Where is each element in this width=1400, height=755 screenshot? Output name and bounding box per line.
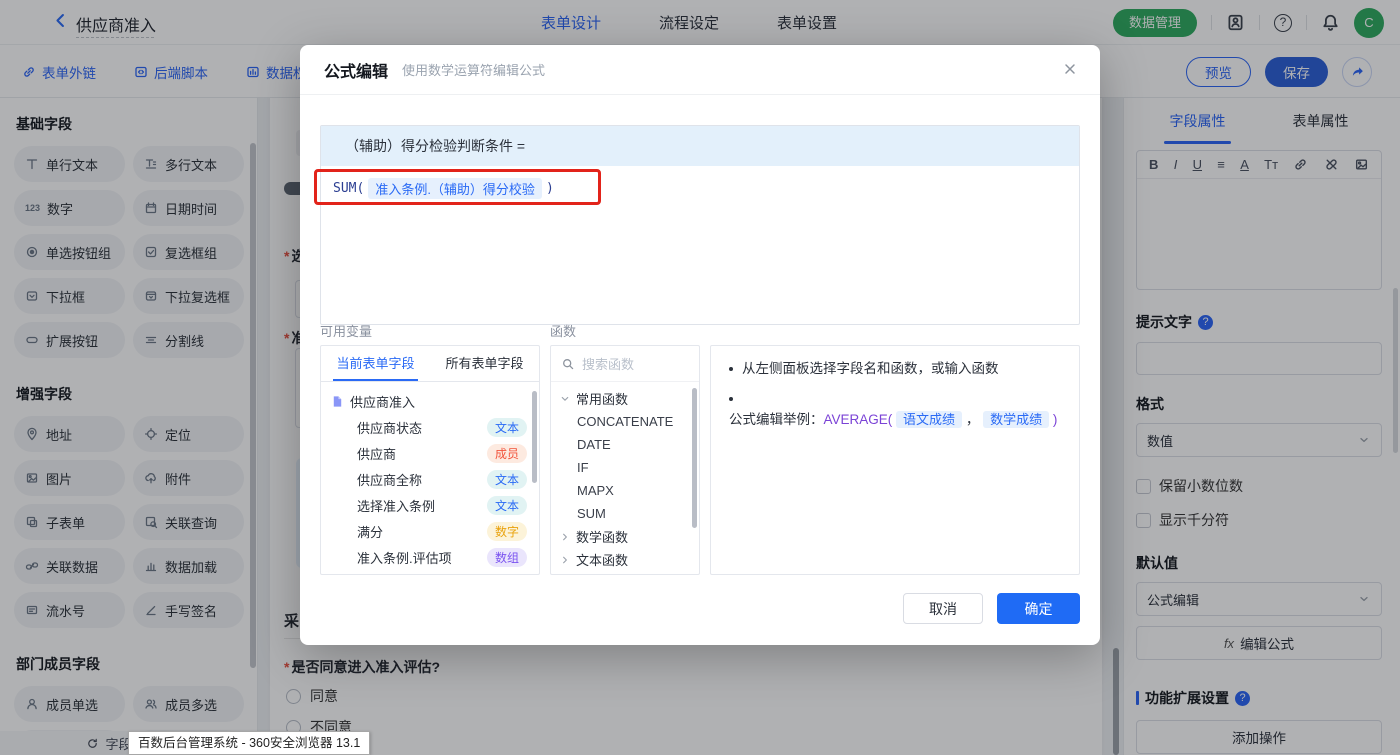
modal-header: 公式编辑 使用数学运算符编辑公式: [300, 45, 1100, 95]
functions-scrollbar[interactable]: [692, 388, 697, 528]
modal-title: 公式编辑: [324, 58, 388, 82]
functions-panel: 搜索函数 常用函数CONCATENATEDATEIFMAPXSUM数学函数文本函…: [550, 345, 700, 575]
function-group-数学函数[interactable]: 数学函数: [551, 525, 699, 548]
variables-scrollbar[interactable]: [532, 391, 537, 483]
function-item-IF[interactable]: IF: [551, 456, 699, 479]
variables-tab-1[interactable]: 当前表单字段: [321, 346, 430, 381]
field-type-badge: 数组: [487, 548, 527, 567]
variable-field-row[interactable]: 供应商状态文本: [321, 414, 539, 440]
function-group-文本函数[interactable]: 文本函数: [551, 548, 699, 571]
modal-footer: 取消 确定: [903, 593, 1080, 624]
field-type-badge: 数字: [487, 522, 527, 541]
variable-field-row[interactable]: 选择准入条例文本: [321, 492, 539, 518]
function-item-DATE[interactable]: DATE: [551, 433, 699, 456]
search-icon: [561, 357, 575, 371]
modal-subtitle: 使用数学运算符编辑公式: [402, 60, 545, 79]
function-item-SUM[interactable]: SUM: [551, 502, 699, 525]
formula-expression[interactable]: SUM( 准入条例.（辅助）得分校验 ): [333, 178, 554, 199]
variables-label: 可用变量: [320, 321, 372, 340]
browser-status-tooltip: 百数后台管理系统 - 360安全浏览器 13.1: [128, 731, 370, 755]
field-type-badge: 文本: [487, 418, 527, 437]
variable-field-row[interactable]: 准入条例.评估项数组: [321, 544, 539, 570]
formula-function-close: ): [546, 181, 554, 196]
variables-panel: 当前表单字段所有表单字段 供应商准入供应商状态文本供应商成员供应商全称文本选择准…: [320, 345, 540, 575]
app-screen: 供应商准入 表单设计流程设定表单设置 数据管理 ? C 表单外链后端脚本数据权限…: [0, 0, 1400, 755]
formula-target-bar: （辅助）得分检验判断条件 =: [321, 126, 1079, 166]
formula-function-open: SUM(: [333, 181, 364, 196]
variables-tab-2[interactable]: 所有表单字段: [430, 346, 539, 381]
field-token-chip[interactable]: 准入条例.（辅助）得分校验: [368, 178, 542, 199]
function-group-常用函数[interactable]: 常用函数: [551, 387, 699, 410]
search-placeholder: 搜索函数: [582, 354, 634, 373]
confirm-button[interactable]: 确定: [997, 593, 1080, 624]
example-field-chip: 语文成绩: [896, 411, 962, 428]
tip-example-line: 公式编辑举例：AVERAGE( 语文成绩 ， 数学成绩 ): [729, 389, 1061, 430]
caret-right-icon: [559, 531, 571, 543]
doc-icon: [331, 395, 344, 408]
close-icon[interactable]: [1062, 61, 1078, 77]
cancel-button[interactable]: 取消: [903, 593, 983, 624]
field-type-badge: 文本: [487, 470, 527, 489]
variables-root-node[interactable]: 供应商准入: [321, 388, 539, 414]
field-type-badge: 成员: [487, 444, 527, 463]
function-item-MAPX[interactable]: MAPX: [551, 479, 699, 502]
variable-field-row[interactable]: 满分数字: [321, 518, 539, 544]
function-search-input[interactable]: 搜索函数: [551, 346, 699, 382]
formula-edit-modal: 公式编辑 使用数学运算符编辑公式 （辅助）得分检验判断条件 = SUM( 准入条…: [300, 45, 1100, 645]
caret-right-icon: [559, 554, 571, 566]
example-field-chip: 数学成绩: [983, 411, 1049, 428]
field-type-badge: 文本: [487, 496, 527, 515]
variable-field-row[interactable]: 供应商成员: [321, 440, 539, 466]
formula-editor-box[interactable]: （辅助）得分检验判断条件 = SUM( 准入条例.（辅助）得分校验 ): [320, 125, 1080, 325]
formula-tips-panel: 从左侧面板选择字段名和函数，或输入函数 公式编辑举例：AVERAGE( 语文成绩…: [710, 345, 1080, 575]
tip-line: 从左侧面板选择字段名和函数，或输入函数: [729, 359, 1061, 379]
caret-down-icon: [559, 393, 571, 405]
functions-label: 函数: [550, 321, 576, 340]
variable-field-row[interactable]: 供应商全称文本: [321, 466, 539, 492]
function-item-CONCATENATE[interactable]: CONCATENATE: [551, 410, 699, 433]
